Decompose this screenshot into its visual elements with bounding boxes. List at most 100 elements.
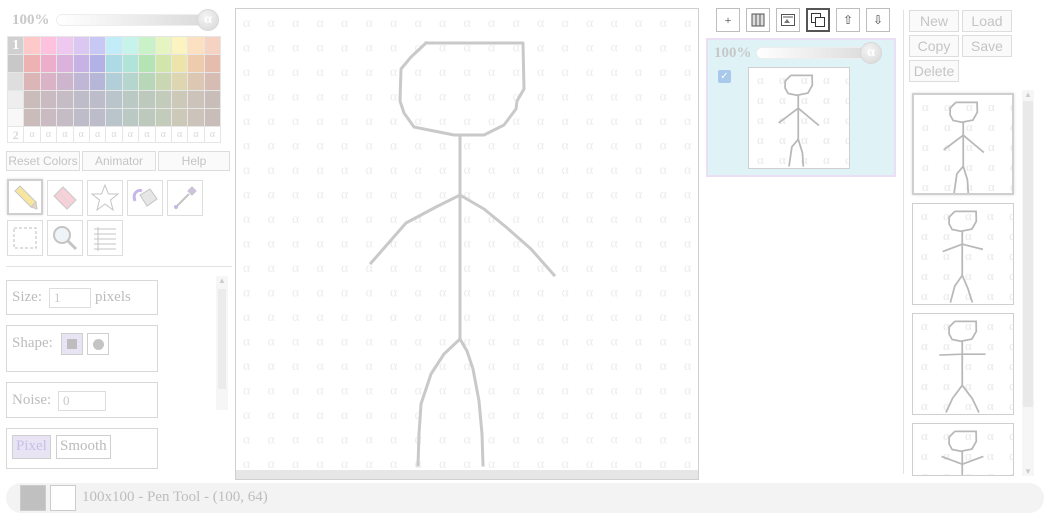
palette-empty-swatch[interactable]: α [72,126,90,143]
palette-color-swatch[interactable] [203,36,222,55]
palette-color-swatch[interactable] [187,108,205,127]
palette-color-swatch[interactable] [56,90,74,109]
palette-color-swatch[interactable] [138,36,156,55]
palette-color-swatch[interactable] [138,90,156,109]
palette-color-swatch[interactable] [23,36,41,55]
palette-empty-swatch[interactable]: α [88,126,107,143]
palette-color-swatch[interactable] [23,90,41,109]
save-button[interactable]: Save [962,35,1012,57]
palette-color-swatch[interactable] [72,90,90,109]
rect-select-tool[interactable] [7,220,43,256]
palette-color-swatch[interactable] [56,54,74,73]
palette-color-swatch[interactable] [72,54,90,73]
palette-color-swatch[interactable] [23,108,41,127]
palette-color-swatch[interactable] [56,108,74,127]
palette-color-swatch[interactable] [170,36,189,55]
options-scrollbar[interactable]: ▲ [216,276,228,410]
palette-color-swatch[interactable] [154,54,172,73]
palette-color-swatch[interactable] [187,72,205,91]
palette-color-swatch[interactable] [105,36,123,55]
add-layer-button[interactable]: + [716,8,740,32]
opacity-slider-knob[interactable]: α [197,9,219,31]
palette-color-swatch[interactable] [105,72,123,91]
palette-color-swatch[interactable] [88,108,107,127]
palette-color-swatch[interactable] [39,36,58,55]
secondary-color-swatch[interactable] [50,485,76,511]
noise-input[interactable]: 0 [58,391,106,411]
palette-color-swatch[interactable] [39,90,58,109]
scroll-up-arrow[interactable]: ▲ [216,276,228,285]
new-frame-button[interactable]: New [909,10,959,32]
palette-color-swatch[interactable] [121,90,140,109]
animation-frame-4[interactable]: ααααααααααααααααααααααααα [912,423,1014,476]
palette-color-swatch[interactable] [138,108,156,127]
pencil-tool[interactable] [7,179,43,215]
palette-color-swatch[interactable] [39,54,58,73]
move-layer-up-button[interactable]: ⇧ [836,8,860,32]
palette-color-swatch[interactable] [170,90,189,109]
layer-item[interactable]: 100% α ✓ ααααααααααααααααααααααααα [706,38,896,177]
scroll-thumb[interactable] [218,289,226,389]
palette-color-swatch[interactable] [154,108,172,127]
palette-color-swatch[interactable] [154,72,172,91]
delete-frame-button[interactable]: Delete [909,60,959,82]
palette-color-swatch[interactable] [56,36,74,55]
animation-frame-3[interactable]: ααααααααααααααααααααααααα [912,313,1014,415]
palette-color-swatch[interactable] [72,108,90,127]
palette-color-swatch[interactable] [203,90,222,109]
move-layer-down-button[interactable]: ⇩ [866,8,890,32]
frames-scrollbar[interactable]: ▲ ▼ [1022,90,1034,476]
opacity-slider[interactable] [56,14,218,26]
palette-empty-swatch[interactable]: α [23,126,41,143]
palette-color-swatch[interactable] [23,54,41,73]
palette-color-swatch[interactable] [72,72,90,91]
palette-color-swatch[interactable] [39,108,58,127]
palette-color-swatch[interactable] [121,36,140,55]
smooth-mode-button[interactable]: Smooth [56,435,111,459]
frames-scroll-down-arrow[interactable]: ▼ [1022,467,1034,476]
palette-empty-swatch[interactable]: α [203,126,222,143]
palette-color-swatch[interactable] [72,36,90,55]
palette-color-swatch[interactable] [170,72,189,91]
zoom-tool[interactable] [47,220,83,256]
palette-gray-swatch[interactable] [6,54,25,73]
palette-color-swatch[interactable] [203,72,222,91]
palette-empty-swatch[interactable]: α [154,126,172,143]
duplicate-layer-button[interactable] [806,8,830,32]
palette-empty-swatch[interactable]: α [39,126,58,143]
animation-frame-2[interactable]: ααααααααααααααααααααααααα [912,203,1014,305]
palette-gray-swatch[interactable] [6,108,25,127]
reset-colors-button[interactable]: Reset Colors [6,151,80,171]
size-input[interactable]: 1 [49,288,91,308]
palette-color-swatch[interactable] [138,54,156,73]
primary-color-swatch[interactable] [20,485,46,511]
eraser-tool[interactable] [47,180,83,216]
palette-empty-swatch[interactable]: α [56,126,74,143]
palette-color-swatch[interactable] [187,54,205,73]
palette-color-swatch[interactable] [88,36,107,55]
list-tool[interactable] [87,220,123,256]
palette-color-swatch[interactable] [88,54,107,73]
palette-color-swatch[interactable] [170,108,189,127]
help-button[interactable]: Help [158,151,230,171]
animator-button[interactable]: Animator [82,151,156,171]
fill-bucket-tool[interactable] [127,180,163,216]
layer-merge-button[interactable] [746,8,770,32]
frames-scroll-up-arrow[interactable]: ▲ [1022,90,1034,99]
palette-empty-swatch[interactable]: α [187,126,205,143]
star-tool[interactable] [87,180,123,216]
palette-empty-swatch[interactable]: α [170,126,189,143]
palette-color-swatch[interactable] [39,72,58,91]
palette-color-swatch[interactable] [203,108,222,127]
palette-color-swatch[interactable] [121,72,140,91]
palette-color-swatch[interactable] [138,72,156,91]
pixel-mode-button[interactable]: Pixel [12,435,51,459]
palette-color-swatch[interactable] [88,90,107,109]
palette-color-swatch[interactable] [121,54,140,73]
palette-color-swatch[interactable] [154,90,172,109]
eyedropper-tool[interactable] [167,180,203,216]
animation-frame-1[interactable]: ααααααααααααααααααααααααα [912,93,1014,195]
drawing-canvas[interactable]: αααααααααααααααααααααααααααααααααααααααα… [235,8,699,480]
palette-color-swatch[interactable] [170,54,189,73]
square-shape-button[interactable] [61,333,83,355]
